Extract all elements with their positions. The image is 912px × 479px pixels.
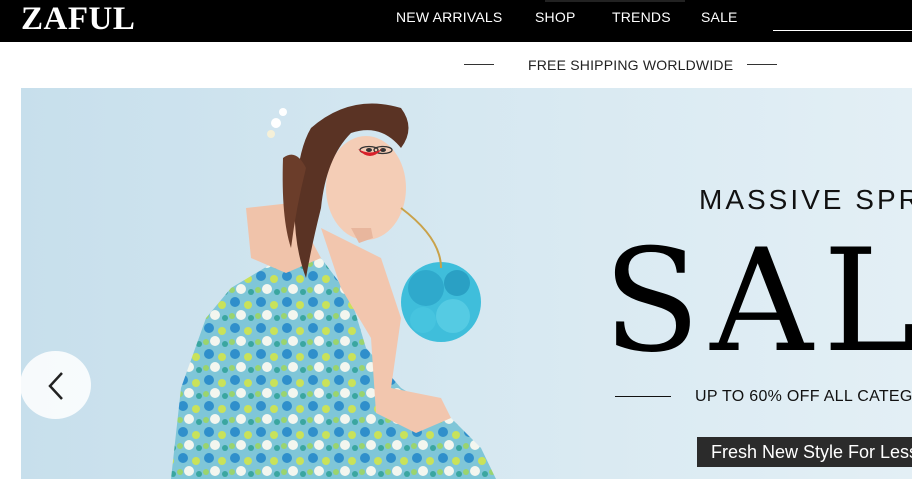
hero-headline-small: MASSIVE SPRIN	[699, 184, 912, 215]
nav-new-arrivals[interactable]: NEW ARRIVALS	[396, 9, 502, 25]
carousel-prev-button[interactable]	[21, 351, 91, 419]
hero-cta-button[interactable]: Fresh New Style For Less	[697, 437, 912, 467]
search-input[interactable]	[773, 30, 912, 31]
nav-active-indicator	[545, 0, 685, 2]
hero-promo-text: UP TO 60% OFF ALL CATEGO	[695, 388, 912, 405]
divider-right	[747, 64, 777, 65]
chevron-left-icon	[48, 372, 63, 400]
nav-sale[interactable]: SALE	[701, 9, 738, 25]
nav-shop[interactable]: SHOP	[535, 9, 575, 25]
divider-left	[464, 64, 494, 65]
nav-trends[interactable]: TRENDS	[612, 9, 671, 25]
hero-headline-big: SAL	[603, 219, 912, 384]
shipping-banner	[0, 42, 912, 88]
promo-divider	[615, 396, 671, 397]
shipping-text: FREE SHIPPING WORLDWIDE	[528, 57, 734, 73]
zaful-logo[interactable]: ZAFUL	[21, 1, 135, 37]
